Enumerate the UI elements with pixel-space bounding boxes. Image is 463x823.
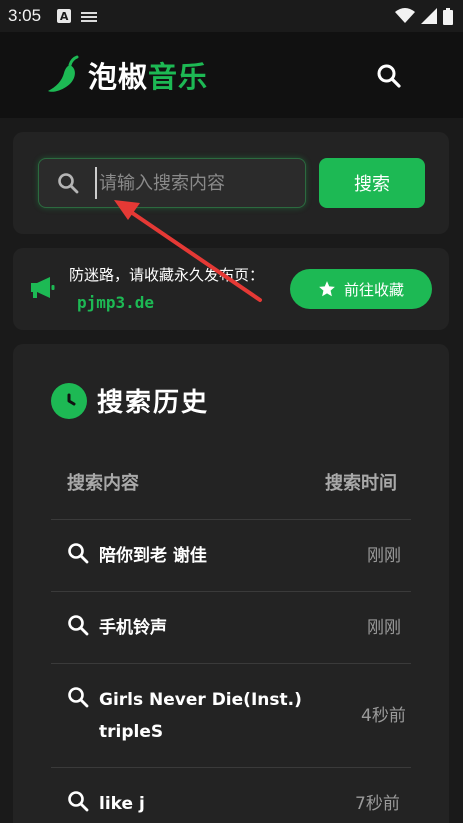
chili-pepper-icon	[48, 55, 79, 92]
history-row[interactable]: like j 7秒前	[51, 768, 411, 823]
bookmark-button-label: 前往收藏	[343, 280, 404, 299]
search-input[interactable]	[95, 167, 295, 199]
history-item-content: like j	[99, 794, 145, 814]
column-header-time: 搜索时间	[325, 472, 397, 494]
search-card: 搜索	[13, 132, 449, 234]
battery-icon	[443, 7, 453, 25]
history-table-header: 搜索内容 搜索时间	[51, 444, 411, 520]
brand-name-part1: 泡椒	[88, 60, 149, 94]
search-icon	[68, 542, 89, 563]
search-box[interactable]	[38, 158, 306, 208]
notice-card: 防迷路，请收藏永久发布页： pjmp3.de 前往收藏	[13, 248, 449, 330]
search-icon[interactable]	[376, 63, 402, 89]
bookmark-button[interactable]: 前往收藏	[290, 269, 432, 309]
history-item-time: 7秒前	[355, 794, 400, 814]
signal-icon	[421, 8, 437, 24]
history-card: 搜索历史 搜索内容 搜索时间 陪你到老 谢佳 刚刚 手机铃声 刚刚 Girls …	[13, 344, 449, 823]
megaphone-icon	[31, 277, 55, 298]
clock-icon	[51, 382, 87, 419]
notification-a-icon: A	[57, 9, 72, 23]
search-button[interactable]: 搜索	[319, 158, 425, 208]
wifi-icon	[395, 8, 415, 23]
history-row[interactable]: 陪你到老 谢佳 刚刚	[51, 520, 411, 592]
brand-name-part2: 音乐	[148, 60, 209, 94]
search-icon	[68, 686, 89, 707]
history-item-time: 4秒前	[361, 705, 406, 726]
app-header: 泡椒 音乐	[0, 32, 463, 118]
column-header-content: 搜索内容	[67, 472, 139, 494]
status-bar: 3:05 A	[0, 0, 463, 32]
history-item-content: 陪你到老 谢佳	[99, 545, 207, 566]
status-time: 3:05	[8, 6, 42, 25]
history-row[interactable]: Girls Never Die(Inst.) tripleS 4秒前	[51, 664, 411, 768]
history-table: 搜索内容 搜索时间 陪你到老 谢佳 刚刚 手机铃声 刚刚 Girls Never…	[51, 444, 411, 823]
notice-text: 防迷路，请收藏永久发布页： pjmp3.de	[69, 262, 269, 317]
history-item-time: 刚刚	[367, 545, 401, 566]
history-item-content: Girls Never Die(Inst.) tripleS	[99, 689, 302, 742]
history-row[interactable]: 手机铃声 刚刚	[51, 592, 411, 664]
history-title: 搜索历史	[97, 388, 210, 418]
star-icon	[319, 281, 335, 297]
keyboard-icon	[81, 12, 98, 22]
search-icon	[68, 614, 89, 635]
logo[interactable]: 泡椒 音乐	[46, 54, 208, 96]
history-header: 搜索历史	[51, 382, 209, 419]
history-item-time: 刚刚	[367, 617, 401, 638]
notice-domain: pjmp3.de	[77, 293, 155, 312]
search-icon	[68, 791, 89, 812]
history-item-content: 手机铃声	[99, 617, 167, 638]
search-input-icon	[58, 173, 79, 194]
app-page: 3:05 A 泡椒 音乐 请输入搜索内容 搜索 防迷路，请收藏永久发布页：pjm…	[0, 0, 463, 823]
notice-message: 防迷路，请收藏永久发布页：	[69, 266, 265, 284]
